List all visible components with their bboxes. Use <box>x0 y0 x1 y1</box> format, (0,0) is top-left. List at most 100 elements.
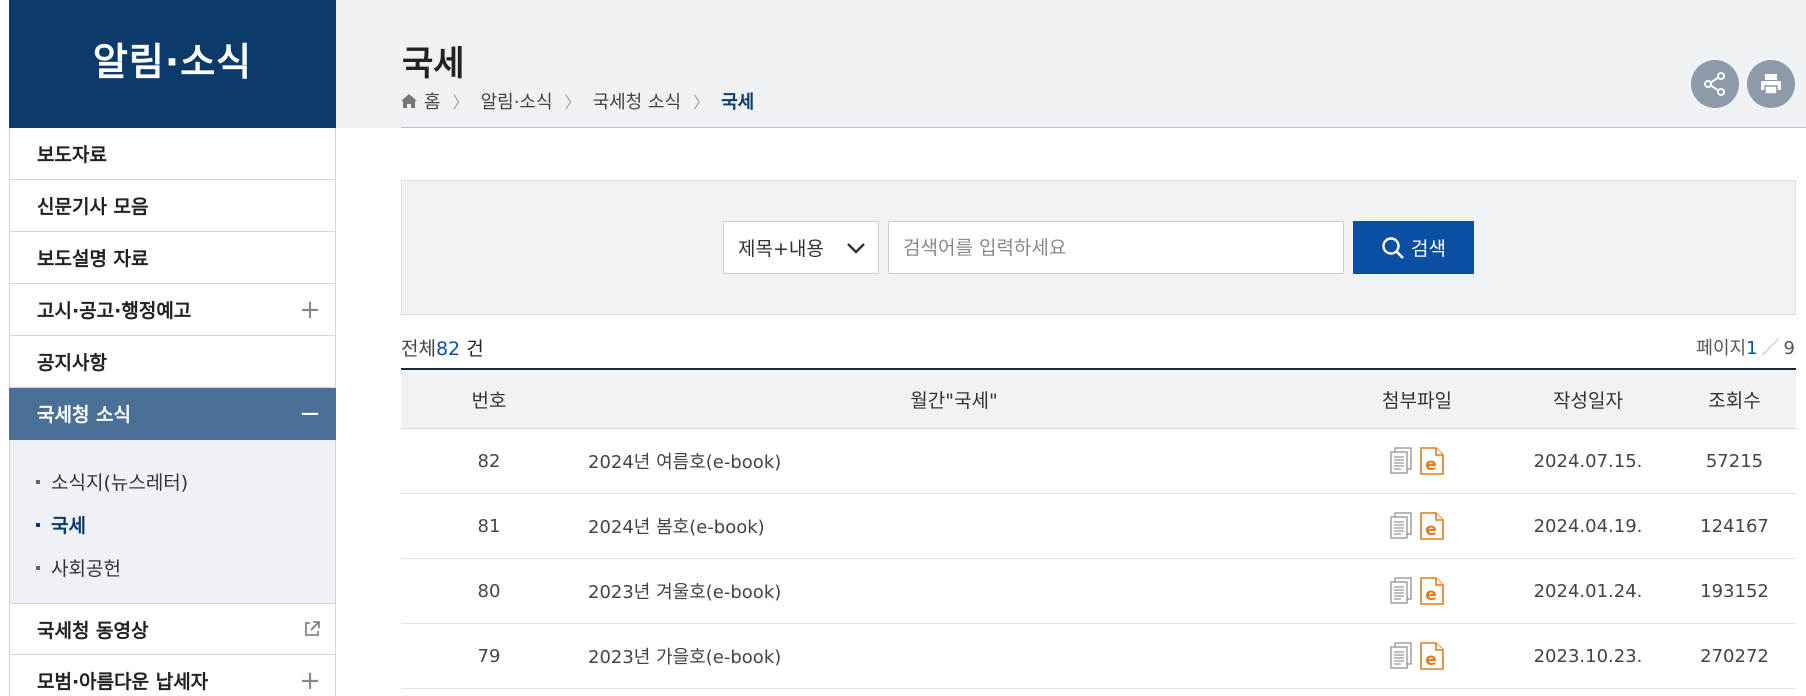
table-row: 80 2023년 겨울호(e-book) e 2024.01.24. 19315… <box>401 559 1796 624</box>
expand-plus-icon[interactable]: + <box>299 295 321 325</box>
sidebar-submenu: 소식지(뉴스레터) 국세 사회공헌 <box>9 440 336 603</box>
sidebar-item-news-clippings[interactable]: 신문기사 모음 <box>9 180 336 232</box>
share-icon <box>1704 72 1725 96</box>
sidebar-item-press-release[interactable]: 보도자료 <box>9 128 336 180</box>
sidebar-item-press-explanation[interactable]: 보도설명 자료 <box>9 232 336 284</box>
row-date: 2023.10.23. <box>1533 645 1643 667</box>
sidebar-item-label: 고시·공고·행정예고 <box>37 300 192 322</box>
sidebar-item-notice-board[interactable]: 공지사항 <box>9 336 336 388</box>
column-header-title: 월간"국세" <box>910 389 998 412</box>
breadcrumb-notice-news[interactable]: 알림·소식 <box>481 88 553 114</box>
sidebar-item-videos[interactable]: 국세청 동영상 <box>9 603 336 655</box>
home-icon <box>401 94 417 108</box>
list-table: 번호 월간"국세" 첨부파일 작성일자 조회수 82 2024년 여름호(e-b… <box>401 368 1796 689</box>
submenu-item-social-contribution[interactable]: 사회공헌 <box>36 546 335 589</box>
chevron-right-icon: 〉 <box>452 93 469 112</box>
ebook-file-icon[interactable]: e <box>1419 641 1445 671</box>
total-count-value: 82 <box>435 338 461 360</box>
row-date: 2024.04.19. <box>1533 515 1643 537</box>
sidebar-item-notices-announcements[interactable]: 고시·공고·행정예고 + <box>9 284 336 336</box>
row-number: 82 <box>477 450 501 472</box>
svg-text:e: e <box>1425 455 1437 475</box>
submenu-item-label: 사회공헌 <box>51 558 121 580</box>
sidebar-title: 알림·소식 <box>92 39 253 84</box>
sidebar-item-label: 신문기사 모음 <box>37 196 149 218</box>
submenu-item-kukse[interactable]: 국세 <box>36 503 335 546</box>
document-file-icon[interactable] <box>1389 576 1415 606</box>
sidebar-item-label: 국세청 소식 <box>37 404 132 426</box>
total-unit: 건 <box>460 338 484 360</box>
chevron-right-icon: 〉 <box>693 93 710 112</box>
page-separator: ／ <box>1761 338 1780 359</box>
submenu-item-label: 소식지(뉴스레터) <box>51 472 189 494</box>
row-attachments: e <box>1331 446 1503 476</box>
ebook-file-icon[interactable]: e <box>1419 576 1445 606</box>
sidebar: 알림·소식 보도자료 신문기사 모음 보도설명 자료 고시·공고·행정예고 + … <box>9 0 336 696</box>
row-number: 79 <box>477 645 501 667</box>
table-row: 82 2024년 여름호(e-book) e 2024.07.15. 57215 <box>401 429 1796 494</box>
search-field-select-value: 제목+내용 <box>738 238 824 260</box>
row-attachments: e <box>1331 641 1503 671</box>
table-row: 79 2023년 가을호(e-book) e 2023.10.23. 27027… <box>401 624 1796 689</box>
expand-plus-icon[interactable]: + <box>299 666 321 696</box>
row-attachments: e <box>1331 511 1503 541</box>
sidebar-item-label: 공지사항 <box>37 352 107 374</box>
ebook-file-icon[interactable]: e <box>1419 511 1445 541</box>
column-header-number: 번호 <box>471 389 507 412</box>
table-header: 번호 월간"국세" 첨부파일 작성일자 조회수 <box>401 368 1796 429</box>
row-views: 124167 <box>1700 515 1769 537</box>
breadcrumb-home[interactable]: 홈 <box>424 88 441 114</box>
breadcrumb-nts-news[interactable]: 국세청 소식 <box>593 88 682 114</box>
bullet-icon <box>36 522 40 527</box>
row-date: 2024.01.24. <box>1533 580 1643 602</box>
row-title-link[interactable]: 2024년 여름호(e-book) <box>577 448 1331 474</box>
row-attachments: e <box>1331 576 1503 606</box>
submenu-item-label: 국세 <box>51 515 86 537</box>
breadcrumb: 홈 〉 알림·소식 〉 국세청 소식 〉 국세 <box>400 88 754 114</box>
svg-text:e: e <box>1425 520 1437 540</box>
bullet-icon <box>36 479 40 484</box>
search-button[interactable]: 검색 <box>1353 221 1474 274</box>
ebook-file-icon[interactable]: e <box>1419 446 1445 476</box>
total-label: 전체 <box>401 338 436 360</box>
search-input[interactable] <box>888 221 1344 274</box>
row-views: 193152 <box>1700 580 1769 602</box>
column-header-date: 작성일자 <box>1553 389 1623 412</box>
chevron-right-icon: 〉 <box>564 93 581 112</box>
svg-text:e: e <box>1425 650 1437 670</box>
sidebar-header: 알림·소식 <box>9 0 336 128</box>
sidebar-item-label: 모범·아름다운 납세자 <box>37 671 209 693</box>
submenu-item-newsletter[interactable]: 소식지(뉴스레터) <box>36 460 335 503</box>
page-current: 1 <box>1746 338 1758 359</box>
table-row: 81 2024년 봄호(e-book) e 2024.04.19. 124167 <box>401 494 1796 559</box>
print-icon <box>1761 74 1781 95</box>
row-title-link[interactable]: 2023년 가을호(e-book) <box>577 643 1331 669</box>
collapse-minus-icon[interactable]: − <box>299 399 321 429</box>
svg-text:e: e <box>1425 585 1437 605</box>
document-file-icon[interactable] <box>1389 641 1415 671</box>
document-file-icon[interactable] <box>1389 511 1415 541</box>
column-header-views: 조회수 <box>1708 389 1761 412</box>
row-title-link[interactable]: 2024년 봄호(e-book) <box>577 513 1331 539</box>
header-divider <box>401 127 1806 128</box>
share-button[interactable] <box>1691 60 1739 108</box>
row-views: 57215 <box>1705 450 1764 472</box>
sidebar-item-nts-news[interactable]: 국세청 소식 − <box>9 388 336 440</box>
bullet-icon <box>36 565 40 570</box>
row-date: 2024.07.15. <box>1533 450 1643 472</box>
sidebar-item-model-taxpayers[interactable]: 모범·아름다운 납세자 + <box>9 655 336 696</box>
search-icon <box>1382 236 1404 259</box>
print-button[interactable] <box>1747 60 1795 108</box>
row-title-link[interactable]: 2023년 겨울호(e-book) <box>577 578 1331 604</box>
sidebar-item-label: 보도설명 자료 <box>37 248 149 270</box>
search-field-select[interactable]: 제목+내용 <box>723 221 879 274</box>
total-count: 전체82 건 <box>401 334 484 361</box>
document-file-icon[interactable] <box>1389 446 1415 476</box>
page-title: 국세 <box>402 44 465 84</box>
page-total: 9 <box>1783 338 1795 359</box>
external-link-icon <box>305 621 320 636</box>
sidebar-item-label: 보도자료 <box>37 144 107 166</box>
row-number: 80 <box>477 580 501 602</box>
page-info: 페이지1 ／ 9 <box>1696 334 1795 360</box>
chevron-down-icon <box>847 242 865 254</box>
